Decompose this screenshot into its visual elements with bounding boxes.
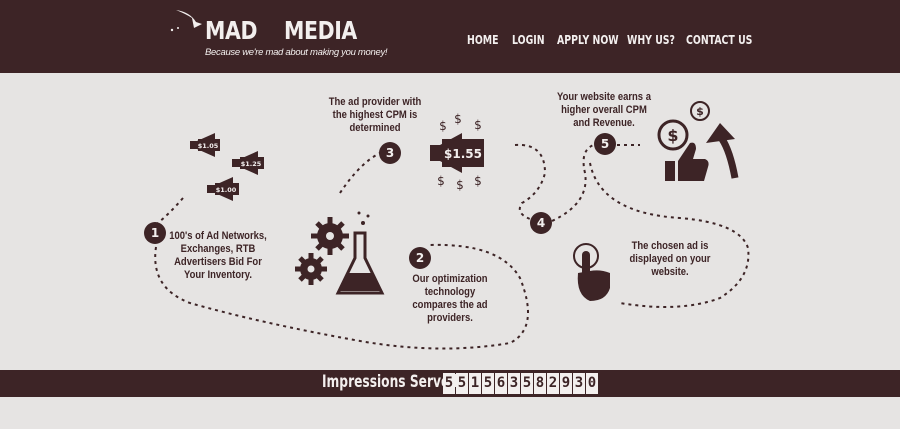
step-4-marker: 4: [530, 212, 552, 234]
counter-digit: 5: [456, 373, 468, 394]
gear-icon: [295, 253, 327, 285]
counter-digit: 5: [443, 373, 455, 394]
logo-icon: [170, 10, 202, 32]
counter-digit: 5: [482, 373, 494, 394]
nav-apply-now[interactable]: APPLY NOW: [557, 33, 619, 47]
megaphone-icon: $1.05: [190, 133, 220, 157]
nav-contact-us[interactable]: CONTACT US: [686, 33, 752, 47]
svg-text:$: $: [456, 178, 464, 192]
chosen-ad-text: The chosen ad is displayed on your websi…: [629, 240, 711, 278]
step-5-text: Your website earns a higher overall CPM …: [557, 91, 651, 129]
counter-digit: 3: [573, 373, 585, 394]
counter-digit: 6: [495, 373, 507, 394]
svg-text:$: $: [474, 118, 482, 132]
counter-digit: 8: [534, 373, 546, 394]
bid-price-3: $1.00: [216, 186, 237, 194]
megaphone-icon: $1.55: [430, 133, 484, 173]
svg-text:$: $: [667, 126, 678, 145]
infographic-graphics: $1.05 $1.25 $1.00 $1.55 $ $ $ $ $ $ $ $: [154, 101, 750, 350]
counter-digit: 2: [547, 373, 559, 394]
nav-home[interactable]: HOME: [467, 33, 499, 47]
main-nav: HOME LOGIN APPLY NOW WHY US? CONTACT US: [0, 33, 900, 49]
gear-icon: [311, 217, 349, 255]
counter-digit: 1: [469, 373, 481, 394]
step-1-text: 100's of Ad Networks, Exchanges, RTB Adv…: [169, 230, 267, 281]
winning-price: $1.55: [444, 147, 482, 161]
nav-why-us[interactable]: WHY US?: [627, 33, 675, 47]
counter-digit: 3: [508, 373, 520, 394]
nav-login[interactable]: LOGIN: [512, 33, 545, 47]
counter-digit: 9: [560, 373, 572, 394]
step-1-marker: 1: [144, 222, 166, 244]
svg-text:$: $: [454, 112, 462, 126]
money-icon: $ $: [657, 101, 710, 151]
infographic: $1.05 $1.25 $1.00 $1.55 $ $ $ $ $ $ $ $ …: [0, 73, 900, 370]
step-3-text: The ad provider with the highest CPM is …: [328, 96, 422, 134]
bid-price-2: $1.25: [241, 160, 262, 168]
arrow-up-icon: [706, 123, 739, 179]
page-bottom: [0, 397, 900, 429]
svg-text:$: $: [439, 119, 447, 133]
step-5-marker: 5: [594, 133, 616, 155]
pointer-hand-icon: [573, 243, 610, 301]
svg-text:$: $: [696, 105, 704, 118]
impressions-counter: 5 5 1 5 6 3 5 8 2 9 3 0: [443, 373, 598, 394]
impressions-bar: Impressions Served: 5 5 1 5 6 3 5 8 2 9 …: [0, 370, 900, 397]
step-2-marker: 2: [409, 247, 431, 269]
site-header: MAD MEDIA Because we're mad about making…: [0, 0, 900, 73]
counter-digit: 5: [521, 373, 533, 394]
step-3-marker: 3: [379, 142, 401, 164]
bid-price-1: $1.05: [198, 142, 219, 150]
megaphone-icon: $1.00: [207, 177, 239, 201]
impressions-label: Impressions Served:: [322, 372, 463, 392]
svg-text:$: $: [437, 174, 445, 188]
counter-digit: 0: [586, 373, 598, 394]
step-2-text: Our optimization technology compares the…: [412, 273, 488, 324]
megaphone-icon: $1.25: [232, 151, 264, 175]
svg-text:$: $: [474, 174, 482, 188]
flask-icon: [335, 211, 385, 295]
